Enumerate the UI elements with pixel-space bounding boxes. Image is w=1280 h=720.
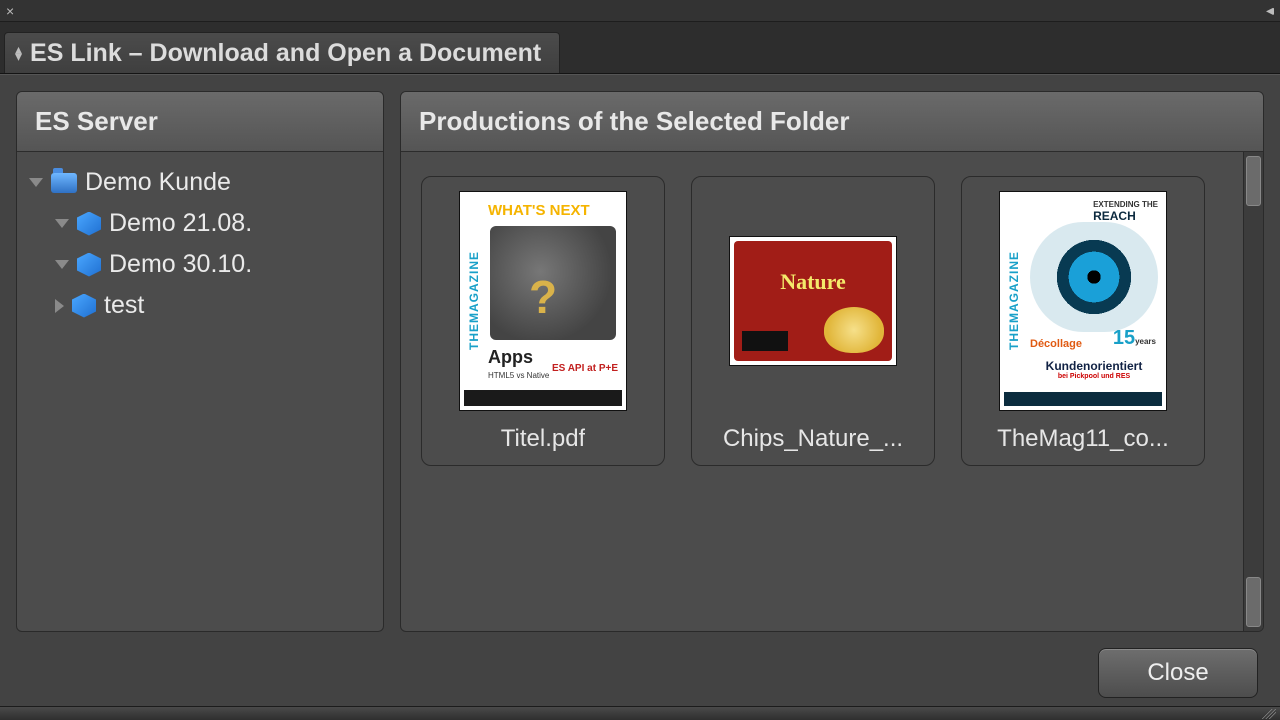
magazine-sidebar-text: THEMAGAZINE [1004, 200, 1024, 402]
magazine-sidebar-text: THEMAGAZINE [464, 200, 484, 402]
magazine-subhead: Apps [488, 347, 533, 368]
tree-item[interactable]: Demo 21.08. [25, 203, 375, 244]
production-card[interactable]: Nature Chips_Nature_... [691, 176, 935, 466]
disclosure-down-icon [29, 178, 43, 187]
productions-grid: THEMAGAZINE WHAT'S NEXT ? Apps HTML5 vs … [401, 152, 1243, 631]
magazine-footer-bar [1004, 392, 1162, 406]
production-label: Titel.pdf [501, 425, 585, 453]
folder-icon [51, 173, 77, 193]
question-mark-icon: ? [529, 270, 557, 324]
panel-tab-row: ▴▾ ES Link – Download and Open a Documen… [0, 22, 1280, 74]
production-card[interactable]: THEMAGAZINE WHAT'S NEXT ? Apps HTML5 vs … [421, 176, 665, 466]
scroll-thumb[interactable] [1246, 577, 1261, 627]
server-tree-title: ES Server [35, 106, 365, 137]
productions-title: Productions of the Selected Folder [419, 106, 1245, 137]
production-label: Chips_Nature_... [723, 425, 903, 453]
production-label: TheMag11_co... [997, 425, 1169, 453]
cube-icon [77, 212, 101, 236]
tree-item-label: Demo 21.08. [109, 209, 252, 238]
tree-root[interactable]: Demo Kunde [25, 162, 375, 203]
magazine-callout: Décollage [1030, 338, 1082, 350]
disclosure-down-icon [55, 260, 69, 269]
collapse-chevrons-icon[interactable]: ◂◂ [1266, 2, 1274, 19]
tree-item-label: Demo 30.10. [109, 250, 252, 279]
server-tree-pane: ES Server Demo Kunde Demo 21.08. Demo 30… [16, 91, 384, 632]
production-thumbnail: THEMAGAZINE EXTENDING THE REACH Décollag… [999, 191, 1167, 411]
production-card[interactable]: THEMAGAZINE EXTENDING THE REACH Décollag… [961, 176, 1205, 466]
scrollbar[interactable] [1243, 152, 1263, 631]
barcode-icon [742, 331, 788, 351]
magazine-headline: EXTENDING THE REACH [1093, 200, 1158, 223]
tree-item-label: test [104, 291, 144, 320]
magazine-headline: WHAT'S NEXT [488, 202, 620, 219]
eye-image [1030, 222, 1158, 332]
resize-grip-icon[interactable] [1262, 709, 1276, 719]
tree-item[interactable]: test [25, 285, 375, 326]
server-tree: Demo Kunde Demo 21.08. Demo 30.10. test [17, 152, 383, 336]
cube-icon [77, 253, 101, 277]
panel-tab[interactable]: ▴▾ ES Link – Download and Open a Documen… [4, 32, 560, 73]
magazine-number: 15years [1113, 327, 1156, 350]
productions-pane: Productions of the Selected Folder THEMA… [400, 91, 1264, 632]
close-button[interactable]: Close [1098, 648, 1258, 698]
panel-title: ES Link – Download and Open a Document [30, 39, 541, 68]
magazine-callout: ES API at P+E [552, 364, 618, 374]
production-thumbnail: Nature [729, 236, 897, 366]
cube-icon [72, 294, 96, 318]
magazine-subhead: Kundenorientiert bei Pickpool und RES [1030, 359, 1158, 380]
tree-item[interactable]: Demo 30.10. [25, 244, 375, 285]
production-thumbnail: THEMAGAZINE WHAT'S NEXT ? Apps HTML5 vs … [459, 191, 627, 411]
work-area: ES Server Demo Kunde Demo 21.08. Demo 30… [0, 74, 1280, 706]
magazine-footer-bar [464, 390, 622, 406]
server-tree-header: ES Server [17, 92, 383, 152]
updown-icon: ▴▾ [15, 46, 22, 60]
disclosure-right-icon [55, 299, 64, 313]
productions-header: Productions of the Selected Folder [401, 92, 1263, 152]
chips-brand: Nature [780, 269, 846, 295]
disclosure-down-icon [55, 219, 69, 228]
dialog-footer: Close [16, 644, 1264, 698]
magazine-small-text: HTML5 vs Native [488, 371, 549, 380]
close-icon[interactable]: × [6, 4, 14, 18]
window-chrome-bottom [0, 706, 1280, 720]
chips-bag: Nature [734, 241, 892, 361]
window-chrome-top: × ◂◂ [0, 0, 1280, 22]
tree-root-label: Demo Kunde [85, 168, 231, 197]
scroll-thumb[interactable] [1246, 156, 1261, 206]
